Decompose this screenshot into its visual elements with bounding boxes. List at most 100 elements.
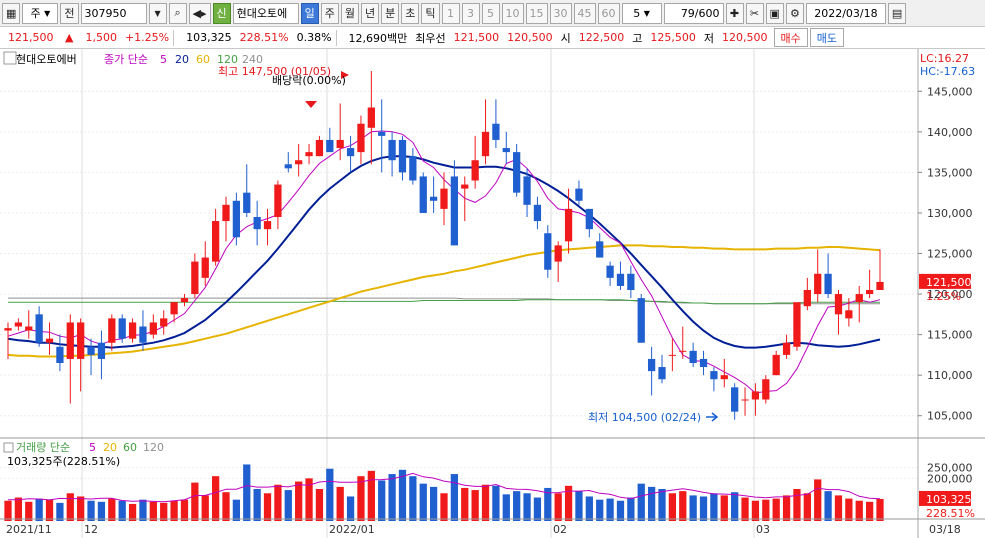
volume-bar — [554, 493, 562, 521]
volume-bar — [513, 491, 521, 521]
buy-button[interactable]: 매수 — [773, 28, 808, 47]
sell-button[interactable]: 매도 — [809, 28, 845, 47]
stock-name-field: 현대오토에 — [232, 2, 299, 24]
period-minute[interactable]: 분 — [381, 2, 400, 24]
period-week[interactable]: 주 — [320, 2, 339, 24]
market-code: 주 — [30, 7, 41, 20]
interval-45[interactable]: 45 — [573, 2, 596, 24]
calendar-icon[interactable]: ▤ — [887, 2, 907, 24]
candle-body — [346, 148, 355, 157]
candle-body — [149, 322, 157, 335]
interval-15[interactable]: 15 — [525, 2, 548, 24]
candle-body — [274, 184, 282, 217]
volume-bar — [450, 474, 459, 521]
period-day[interactable]: 일 — [300, 2, 319, 24]
prev-button[interactable]: 전 — [60, 2, 79, 24]
period-year[interactable]: 년 — [361, 2, 380, 24]
change-value: 1,500 — [85, 31, 117, 44]
layout-icon[interactable]: ▦ — [2, 2, 21, 24]
candle-body — [440, 188, 448, 209]
scissors-icon[interactable]: ✂ — [745, 2, 764, 24]
settings-icon[interactable]: ⚙ — [785, 2, 804, 24]
volume-bar — [865, 501, 874, 521]
volume-bar — [160, 502, 168, 521]
candle-body — [4, 328, 12, 331]
candle-body — [647, 358, 656, 372]
date-field[interactable]: 2022/03/18 — [805, 2, 886, 24]
price-chart[interactable]: 145,000140,000135,000130,000125,000120,0… — [0, 49, 985, 538]
volume-bar — [346, 496, 355, 521]
search-icon[interactable]: ⌕ — [168, 2, 187, 24]
candle-body — [14, 322, 23, 327]
low-annotation: 최저 104,500 (02/24) — [588, 411, 701, 424]
candle-body — [606, 265, 614, 278]
speaker-icon[interactable]: ◀▸ — [188, 2, 211, 24]
legend-ma-prefix: 종가 단순 — [104, 53, 148, 66]
volume-bar — [222, 492, 230, 521]
interval-5[interactable]: 5 — [481, 2, 500, 24]
page-count-field[interactable]: 79/600 — [663, 2, 724, 24]
crosshair-icon[interactable]: ✚ — [725, 2, 744, 24]
volume-bar — [637, 483, 645, 521]
volume-bar — [616, 500, 625, 521]
candle-body — [128, 322, 137, 339]
volume-bar — [731, 492, 739, 521]
candle-body — [720, 375, 728, 380]
volume-bar — [492, 485, 500, 521]
volume-bar — [4, 500, 12, 521]
market-select[interactable]: 주 ▼ — [22, 2, 59, 24]
volume-bar — [585, 496, 593, 521]
best-label: 최우선 — [415, 31, 446, 45]
volume-bar — [77, 496, 85, 521]
volume-bar — [481, 484, 490, 521]
interval-1[interactable]: 1 — [441, 2, 460, 24]
legend-toggle-icon[interactable] — [3, 51, 17, 65]
candle-body — [814, 273, 822, 295]
volume-bar — [284, 490, 292, 521]
candle-body — [108, 318, 116, 343]
candle-body — [699, 358, 708, 368]
candle-body — [585, 208, 593, 230]
volume-bar — [45, 499, 54, 521]
chevron-down-icon: ▼ — [154, 8, 161, 18]
volume-bar — [180, 499, 189, 521]
candle-body — [45, 338, 54, 343]
candle-body — [471, 160, 479, 181]
current-volume-pct-label: 228.51% — [926, 507, 975, 520]
candle-body — [513, 152, 521, 193]
candle-body — [201, 257, 209, 278]
interval-30[interactable]: 30 — [549, 2, 572, 24]
date-label: 02 — [553, 523, 567, 536]
stock-code-input[interactable]: 307950 — [80, 2, 147, 24]
volume-bar — [170, 500, 178, 521]
legend-ma60: 60 — [196, 53, 210, 66]
candle-body — [450, 176, 459, 246]
volume-legend-ma5: 5 — [89, 441, 96, 454]
interval-select[interactable]: 5 ▼ — [621, 2, 662, 24]
candle-body — [772, 354, 780, 376]
page-count: 79/600 — [680, 6, 720, 20]
interval-10[interactable]: 10 — [501, 2, 524, 24]
save-icon[interactable]: ▣ — [765, 2, 784, 24]
code-dropdown-button[interactable]: ▼ — [148, 2, 167, 24]
candle-body — [564, 208, 573, 242]
period-tick[interactable]: 틱 — [421, 2, 440, 24]
current-price: 121,500 ▲ — [0, 31, 81, 44]
candle-body — [668, 354, 677, 356]
price-tick-label: 135,000 — [927, 166, 973, 179]
volume-bar — [575, 491, 583, 521]
current-volume-tag-label: 103,325 — [926, 493, 972, 506]
period-second[interactable]: 초 — [401, 2, 420, 24]
volume-bar — [357, 476, 365, 521]
volume-bar — [596, 499, 604, 521]
interval-60[interactable]: 60 — [597, 2, 620, 24]
volume-bar — [201, 495, 209, 521]
volume-legend-value: 103,325주(228.51%) — [7, 455, 120, 468]
period-month[interactable]: 월 — [340, 2, 360, 24]
date-label: 2021/11 — [6, 523, 52, 536]
volume-bar — [232, 499, 241, 521]
interval-3[interactable]: 3 — [461, 2, 480, 24]
volume-bar — [461, 487, 469, 521]
candle-body — [554, 245, 562, 262]
volume-legend-toggle-icon[interactable] — [3, 442, 14, 453]
